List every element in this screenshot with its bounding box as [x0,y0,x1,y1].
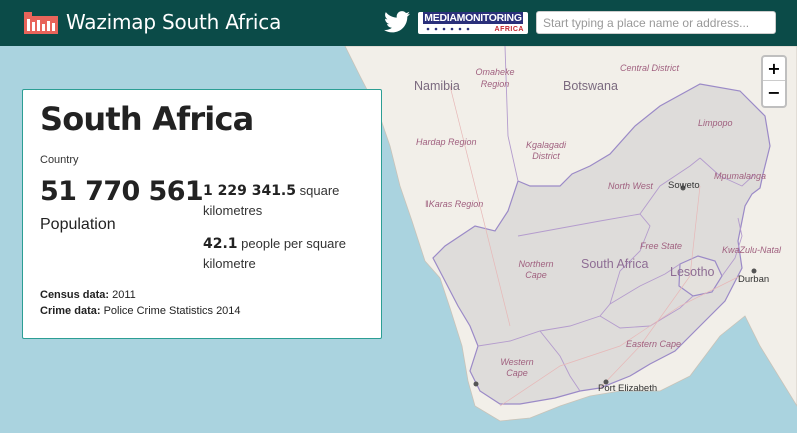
area-value: 1 229 341.5 [203,183,296,199]
population-label: Population [40,216,116,233]
label-soweto: Soweto [668,180,700,191]
label-lesotho: Lesotho [670,265,715,279]
place-type: Country [40,154,79,166]
label-botswana: Botswana [563,79,618,93]
density-value: 42.1 [203,236,238,252]
zoom-out-icon[interactable]: − [763,81,785,105]
label-mpumalanga: Mpumalanga [714,171,767,181]
partner-logo-bottom-text: AFRICA [494,26,524,33]
profile-card: South Africa Country 51 770 561 Populati… [22,89,382,339]
label-western-cape: Western Cape [500,357,534,378]
zoom-control: + − [761,55,787,108]
label-north-west: North West [608,181,653,191]
partner-logo-top-text: MEDIAMONITORING [423,12,523,24]
label-namibia: Namibia [414,79,460,93]
label-free-state: Free State [640,241,683,251]
area-stat: 1 229 341.5 square kilometres [203,181,373,221]
label-port-elizabeth: Port Elizabeth [598,383,658,394]
media-monitoring-africa-logo[interactable]: MEDIAMONITORING AFRICA [418,12,528,34]
crime-value: Police Crime Statistics 2014 [103,305,241,317]
top-header: Wazimap South Africa MEDIAMONITORING AFR… [0,0,797,46]
label-hardap: Hardap Region [416,137,477,147]
census-value: 2011 [112,289,136,301]
crime-label: Crime data: [40,305,101,317]
label-limpopo: Limpopo [698,118,733,128]
label-omaheke: Omaheke Region [475,67,515,89]
label-karas: ǁKaras Region [425,199,484,209]
population-value: 51 770 561 [40,176,204,207]
cape-town-marker [473,381,479,387]
label-kwazulu-natal: KwaZulu-Natal [722,245,782,255]
census-data-row: Census data: 2011 [40,289,136,301]
place-search-input[interactable] [536,11,776,34]
label-south-africa: South Africa [581,257,649,271]
label-eastern-cape: Eastern Cape [626,339,682,349]
census-label: Census data: [40,289,110,301]
density-stat: 42.1 people per square kilometre [203,234,373,274]
zoom-in-icon[interactable]: + [763,57,785,81]
label-northern-cape: Northern Cape [518,259,554,280]
place-name: South Africa [40,100,254,138]
durban-marker [751,268,757,274]
app-title[interactable]: Wazimap South Africa [66,10,281,34]
crime-data-row: Crime data: Police Crime Statistics 2014 [40,305,241,317]
label-central-district: Central District [620,63,680,73]
wazimap-logo-icon[interactable] [24,12,58,34]
label-kgalagadi: Kgalagadi District [525,140,567,161]
label-durban: Durban [738,274,770,285]
twitter-icon[interactable] [384,11,410,33]
